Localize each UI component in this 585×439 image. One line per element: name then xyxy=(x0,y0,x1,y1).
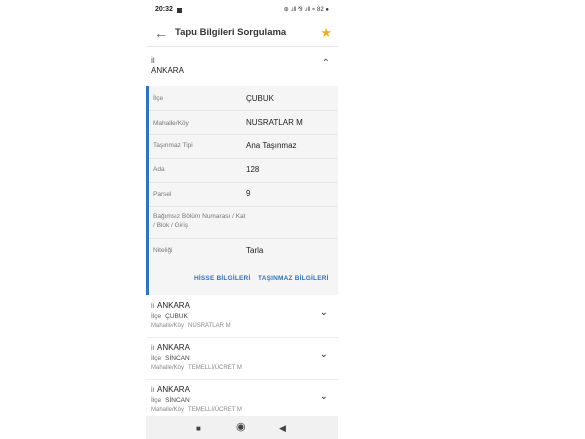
detail-value: Ana Taşınmaz xyxy=(246,141,297,150)
detail-links: HİSSE BİLGİLERİ TAŞINMAZ BİLGİLERİ xyxy=(149,269,338,289)
list-item[interactable]: İl ANKARA İlçe ÇUBUK Mahalle/Köy NUSRATLAR … xyxy=(146,296,338,338)
detail-value: 128 xyxy=(246,165,260,174)
card-title: İl ANKARA xyxy=(151,343,190,352)
card-ilce-value: SİNCAN xyxy=(165,397,190,404)
il-label: İl xyxy=(151,58,155,65)
detail-label: İlçe xyxy=(153,95,164,102)
card-il-value: ANKARA xyxy=(157,301,190,310)
back-triangle-icon[interactable]: ◀ xyxy=(279,421,286,435)
il-expander[interactable]: İl ANKARA ⌃ xyxy=(146,47,338,85)
page-title: Tapu Bilgileri Sorgulama xyxy=(175,27,287,38)
card-mahalle-label: Mahalle/Köy xyxy=(151,365,185,371)
status-icons: ⊛ .ıll ⅋ .ıll ≈ 82 ● xyxy=(283,7,329,13)
card-mahalle-label: Mahalle/Köy xyxy=(151,323,185,329)
detail-value: NUSRATLAR M xyxy=(246,118,303,127)
card-mahalle-value: TEMELLİ/ÜCRET M xyxy=(188,365,242,371)
card-title: İl ANKARA xyxy=(151,385,190,394)
detail-row-ada: Ada 128 xyxy=(149,158,338,183)
detail-label: Bağımsız Bölüm Numarası / Kat / Blok / G… xyxy=(153,213,246,229)
detail-row-mahalle: Mahalle/Köy NUSRATLAR M xyxy=(149,110,338,135)
detail-label: Parsel xyxy=(153,191,172,198)
card-ilce: İlçe SİNCAN xyxy=(151,355,190,362)
card-ilce-value: SİNCAN xyxy=(165,355,190,362)
detail-row-tasinmaz-tipi: Taşınmaz Tipi Ana Taşınmaz xyxy=(149,134,338,159)
card-mahalle-label: Mahalle/Köy xyxy=(151,407,185,413)
card-mahalle-value: NUSRATLAR M xyxy=(188,323,231,329)
chevron-down-icon[interactable]: ⌄ xyxy=(320,349,328,360)
phone-screen: 20:32 ⊛ .ıll ⅋ .ıll ≈ 82 ● ← Tapu Bilgil… xyxy=(146,0,338,439)
card-il-value: ANKARA xyxy=(157,385,190,394)
card-ilce-label: İlçe xyxy=(151,355,162,362)
card-il-value: ANKARA xyxy=(157,343,190,352)
card-il-label: İl xyxy=(151,346,154,352)
detail-row-niteligi: Niteliği Tarla xyxy=(149,238,338,266)
card-il-label: İl xyxy=(151,388,154,394)
app-bar: ← Tapu Bilgileri Sorgulama ★ xyxy=(146,22,338,47)
card-il-label: İl xyxy=(151,304,154,310)
chevron-down-icon[interactable]: ⌄ xyxy=(320,391,328,402)
card-ilce-value: ÇUBUK xyxy=(165,313,188,320)
home-circle-icon[interactable]: ◉ xyxy=(236,420,246,434)
card-ilce: İlçe ÇUBUK xyxy=(151,313,188,320)
card-ilce: İlçe SİNCAN xyxy=(151,397,190,404)
detail-label: Mahalle/Köy xyxy=(153,120,189,127)
chevron-up-icon[interactable]: ⌃ xyxy=(322,58,330,69)
detail-row-parsel: Parsel 9 xyxy=(149,182,338,207)
notification-icon xyxy=(177,8,182,13)
card-ilce-label: İlçe xyxy=(151,313,162,320)
detail-value: 9 xyxy=(246,189,251,198)
list-item[interactable]: İl ANKARA İlçe SİNCAN Mahalle/Köy TEMELLİ/Ü… xyxy=(146,380,338,416)
status-bar: 20:32 ⊛ .ıll ⅋ .ıll ≈ 82 ● xyxy=(146,0,338,22)
card-mahalle-value: TEMELLİ/ÜCRET M xyxy=(188,407,242,413)
hisse-bilgileri-link[interactable]: HİSSE BİLGİLERİ xyxy=(194,275,250,282)
detail-value: Tarla xyxy=(246,246,264,255)
card-mahalle: Mahalle/Köy NUSRATLAR M xyxy=(151,323,231,329)
detail-value: ÇUBUK xyxy=(246,94,275,103)
card-mahalle: Mahalle/Köy TEMELLİ/ÜCRET M xyxy=(151,365,242,371)
detail-panel: İlçe ÇUBUK Mahalle/Köy NUSRATLAR M Taşın… xyxy=(146,86,338,295)
il-value: ANKARA xyxy=(151,66,184,75)
card-mahalle: Mahalle/Köy TEMELLİ/ÜCRET M xyxy=(151,407,242,413)
chevron-down-icon[interactable]: ⌄ xyxy=(320,307,328,318)
system-nav-bar: ■ ◉ ◀ xyxy=(146,416,338,439)
detail-row-bagimsiz-bolum: Bağımsız Bölüm Numarası / Kat / Blok / G… xyxy=(149,206,338,239)
recents-square-icon[interactable]: ■ xyxy=(196,422,201,436)
detail-label: Taşınmaz Tipi xyxy=(153,142,193,149)
card-ilce-label: İlçe xyxy=(151,397,162,404)
card-title: İl ANKARA xyxy=(151,301,190,310)
detail-label: Niteliği xyxy=(153,247,173,254)
status-time: 20:32 xyxy=(155,6,173,13)
back-arrow-icon[interactable]: ← xyxy=(154,24,168,42)
favorite-star-icon[interactable]: ★ xyxy=(320,24,332,42)
detail-row-ilce: İlçe ÇUBUK xyxy=(149,86,338,111)
tasinmaz-bilgileri-link[interactable]: TAŞINMAZ BİLGİLERİ xyxy=(258,275,329,282)
detail-label: Ada xyxy=(153,166,165,173)
list-item[interactable]: İl ANKARA İlçe SİNCAN Mahalle/Köy TEMELLİ/Ü… xyxy=(146,338,338,380)
